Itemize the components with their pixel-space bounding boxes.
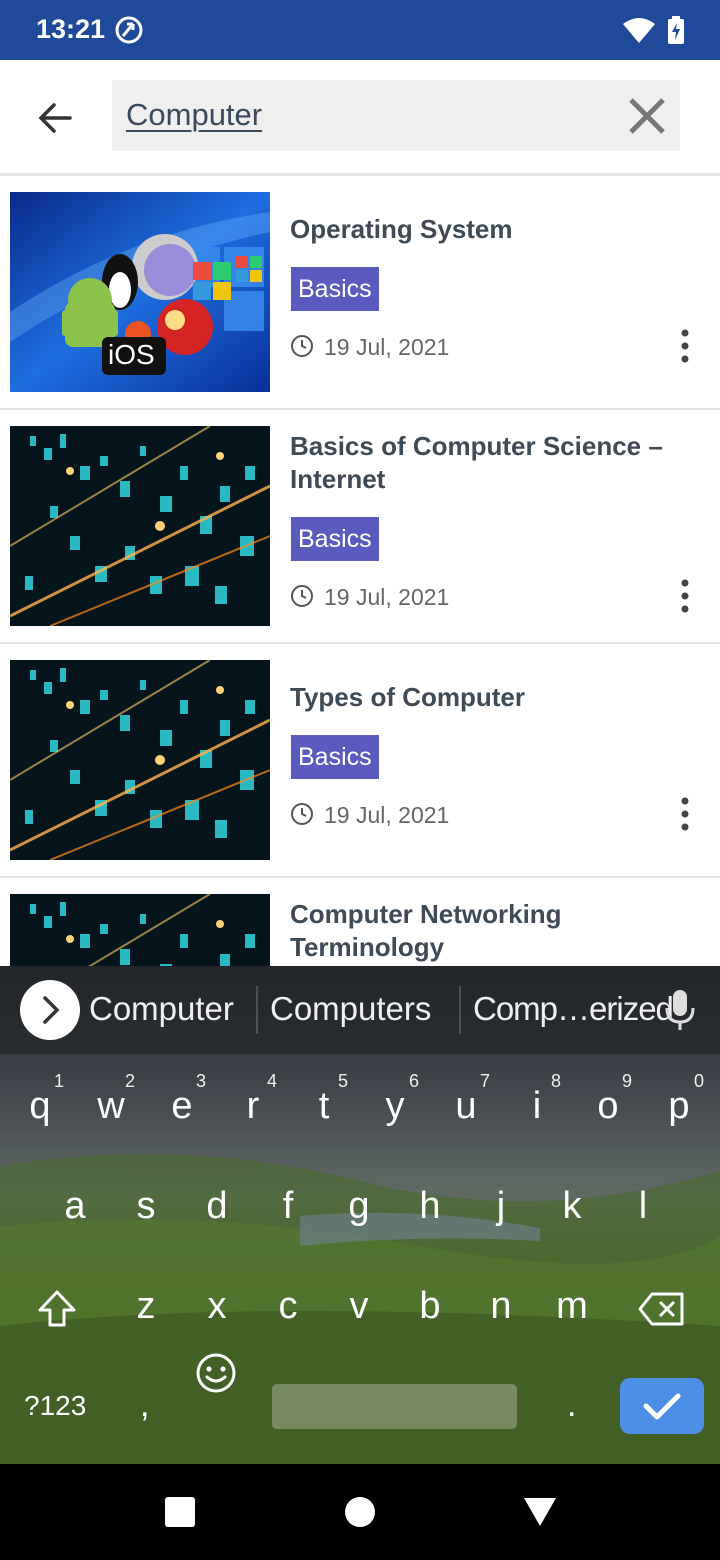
search-box[interactable]: Computer <box>112 80 680 151</box>
key-hint: 3 <box>196 1071 207 1091</box>
article-title[interactable]: Operating System <box>290 213 690 246</box>
key-k[interactable]: k <box>542 1166 602 1246</box>
key-hint: 5 <box>338 1071 349 1091</box>
article-list: iOS Operating System Basics 19 Jul, 2021 <box>0 176 720 966</box>
key-hint: 8 <box>551 1071 562 1091</box>
key-v[interactable]: v <box>329 1266 389 1346</box>
article-item[interactable]: Basics of Computer Science – Internet Ba… <box>0 410 720 644</box>
key-hint: 9 <box>622 1071 633 1091</box>
more-options-icon[interactable] <box>677 579 693 613</box>
more-options-icon[interactable] <box>677 797 693 831</box>
key-z[interactable]: z <box>116 1266 176 1346</box>
search-input[interactable]: Computer <box>126 97 262 133</box>
article-thumbnail <box>10 660 270 860</box>
article-date: 19 Jul, 2021 <box>324 584 450 610</box>
clear-search-icon[interactable] <box>626 95 668 137</box>
article-item[interactable]: iOS Operating System Basics 19 Jul, 2021 <box>0 176 720 410</box>
article-date: 19 Jul, 2021 <box>324 334 450 360</box>
article-date: 19 Jul, 2021 <box>324 802 450 828</box>
back-arrow-icon[interactable] <box>30 92 82 144</box>
key-l[interactable]: l <box>613 1166 673 1246</box>
category-badge[interactable]: Basics <box>291 267 379 311</box>
symbols-key[interactable]: ?123 <box>24 1390 86 1422</box>
microphone-icon[interactable] <box>664 988 696 1032</box>
checkmark-icon <box>643 1393 681 1420</box>
category-badge[interactable]: Basics <box>291 517 379 561</box>
key-s[interactable]: s <box>116 1166 176 1246</box>
space-bar[interactable] <box>272 1384 517 1429</box>
key-m[interactable]: m <box>542 1266 602 1346</box>
comma-key[interactable]: , <box>140 1386 149 1425</box>
key-g[interactable]: g <box>329 1166 389 1246</box>
key-b[interactable]: b <box>400 1266 460 1346</box>
emoji-icon[interactable] <box>195 1352 237 1394</box>
back-triangle-icon[interactable] <box>523 1497 557 1527</box>
suggestion-divider <box>256 986 258 1034</box>
article-thumbnail <box>10 426 270 626</box>
clock-icon <box>291 803 313 825</box>
key-h[interactable]: h <box>400 1166 460 1246</box>
key-hint: 7 <box>480 1071 491 1091</box>
period-key[interactable]: . <box>567 1386 576 1425</box>
key-a[interactable]: a <box>45 1166 105 1246</box>
suggestion-bar: Computer Computers Comp…erized <box>0 966 720 1054</box>
suggestion-2[interactable]: Computers <box>270 990 431 1028</box>
key-f[interactable]: f <box>258 1166 318 1246</box>
key-c[interactable]: c <box>258 1266 318 1346</box>
article-item[interactable]: Types of Computer Basics 19 Jul, 2021 <box>0 644 720 878</box>
article-title[interactable]: Basics of Computer Science – Internet <box>290 430 690 496</box>
status-bar: 13:21 <box>0 0 720 60</box>
home-button[interactable] <box>345 1497 375 1527</box>
ios-logo-text: iOS <box>108 339 155 370</box>
status-time: 13:21 <box>36 14 106 44</box>
key-hint: 2 <box>125 1071 136 1091</box>
soft-keyboard: Computer Computers Comp…erized q w e r t… <box>0 966 720 1464</box>
suggestion-expand-button[interactable] <box>20 980 80 1040</box>
wifi-icon <box>623 18 655 43</box>
search-header: Computer <box>0 60 720 176</box>
key-j[interactable]: j <box>471 1166 531 1246</box>
enter-key[interactable] <box>620 1378 704 1434</box>
key-x[interactable]: x <box>187 1266 247 1346</box>
suggestion-3[interactable]: Comp…erized <box>473 990 674 1028</box>
article-thumbnail: iOS <box>10 192 270 392</box>
article-thumbnail <box>10 894 270 966</box>
article-title[interactable]: Types of Computer <box>290 681 690 714</box>
key-n[interactable]: n <box>471 1266 531 1346</box>
more-options-icon[interactable] <box>677 329 693 363</box>
key-hint: 4 <box>267 1071 278 1091</box>
chevron-right-icon <box>43 996 60 1024</box>
suggestion-divider <box>459 986 461 1034</box>
clock-icon <box>291 335 313 357</box>
article-item[interactable]: Computer Networking Terminology <box>0 878 720 966</box>
system-navigation-bar <box>0 1464 720 1560</box>
key-hint: 6 <box>409 1071 420 1091</box>
key-hint: 1 <box>54 1071 65 1091</box>
battery-charging-icon <box>668 16 684 44</box>
suggestion-1[interactable]: Computer <box>89 990 234 1028</box>
category-badge[interactable]: Basics <box>291 735 379 779</box>
key-hint: 0 <box>694 1071 705 1091</box>
recent-apps-button[interactable] <box>165 1497 195 1527</box>
shift-icon[interactable] <box>36 1288 78 1330</box>
key-d[interactable]: d <box>187 1166 247 1246</box>
clock-icon <box>291 585 313 607</box>
article-title[interactable]: Computer Networking Terminology <box>290 898 590 964</box>
backspace-icon[interactable] <box>638 1292 684 1326</box>
at-sign-icon <box>115 16 143 44</box>
